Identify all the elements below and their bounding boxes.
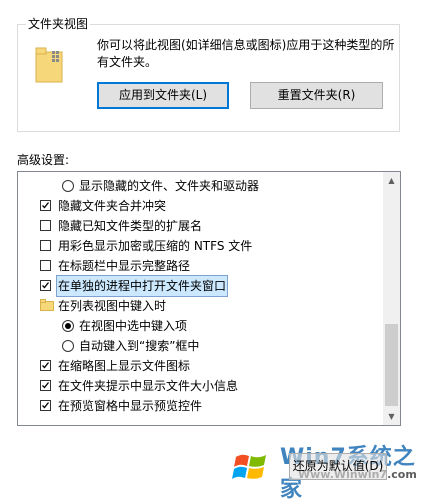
- list-item[interactable]: 在缩略图上显示文件图标: [18, 356, 382, 376]
- list-item-label: 在文件夹提示中显示文件大小信息: [58, 379, 239, 393]
- list-item[interactable]: 显示隐藏的文件、文件夹和驱动器: [18, 176, 382, 196]
- list-item-label: 在列表视图中键入时: [58, 299, 167, 313]
- list-item-label: 用彩色显示加密或压缩的 NTFS 文件: [58, 239, 253, 253]
- checkbox[interactable]: [40, 260, 51, 271]
- list-item[interactable]: 自动键入到“搜索”框中: [18, 336, 382, 356]
- list-item[interactable]: 在标题栏中显示完整路径: [18, 256, 382, 276]
- checkbox[interactable]: [40, 280, 51, 291]
- checkbox[interactable]: [40, 240, 51, 251]
- list-item-label: 自动键入到“搜索”框中: [79, 339, 200, 353]
- list-item[interactable]: 隐藏已知文件类型的扩展名: [18, 216, 382, 236]
- list-item-label: 在缩略图上显示文件图标: [58, 359, 191, 373]
- checkbox[interactable]: [40, 380, 51, 391]
- restore-defaults-button[interactable]: 还原为默认值(D): [289, 453, 387, 480]
- folder-view-icon: [35, 47, 63, 83]
- list-item-label: 在单独的进程中打开文件夹窗口: [55, 275, 229, 297]
- list-item-label: 隐藏已知文件类型的扩展名: [58, 219, 203, 233]
- list-item-label: 隐藏文件夹合并冲突: [58, 199, 167, 213]
- list-item[interactable]: 在视图中选中键入项: [18, 316, 382, 336]
- list-item-selected[interactable]: 在单独的进程中打开文件夹窗口: [18, 275, 382, 297]
- advanced-settings-label: 高级设置:: [17, 153, 70, 167]
- checkbox[interactable]: [40, 400, 51, 411]
- list-item-label: 显示隐藏的文件、文件夹和驱动器: [79, 179, 260, 193]
- apply-to-folders-button[interactable]: 应用到文件夹(L): [97, 82, 229, 109]
- vertical-scrollbar[interactable]: ▲ ▼: [383, 172, 400, 425]
- list-item[interactable]: 在文件夹提示中显示文件大小信息: [18, 376, 382, 396]
- list-item-label: 在预览窗格中显示预览控件: [58, 399, 203, 413]
- list-item-label: 在标题栏中显示完整路径: [58, 259, 191, 273]
- folder-views-title: 文件夹视图: [26, 16, 91, 32]
- radio-button[interactable]: [62, 320, 74, 332]
- radio-button[interactable]: [62, 180, 74, 192]
- radio-button[interactable]: [62, 340, 74, 352]
- scrollbar-thumb[interactable]: [385, 324, 398, 406]
- reset-folders-button[interactable]: 重置文件夹(R): [250, 82, 383, 109]
- scroll-down-icon[interactable]: ▼: [383, 408, 400, 425]
- folder-views-description: 你可以将此视图(如详细信息或图标)应用于这种类型的所有文件夹。: [97, 38, 395, 69]
- folder-icon: [40, 299, 54, 311]
- advanced-settings-list[interactable]: 显示隐藏的文件、文件夹和驱动器 隐藏文件夹合并冲突 隐藏已知文件类型的扩展名 用…: [17, 171, 401, 426]
- checkbox[interactable]: [40, 220, 51, 231]
- list-item[interactable]: 用彩色显示加密或压缩的 NTFS 文件: [18, 236, 382, 256]
- list-item[interactable]: 在预览窗格中显示预览控件: [18, 396, 382, 416]
- list-item-group: 在列表视图中键入时: [18, 296, 382, 316]
- scroll-up-icon[interactable]: ▲: [383, 172, 400, 189]
- windows-logo-icon: [230, 445, 274, 489]
- list-item-label: 在视图中选中键入项: [79, 319, 188, 333]
- list-item[interactable]: 隐藏文件夹合并冲突: [18, 196, 382, 216]
- checkbox[interactable]: [40, 360, 51, 371]
- checkbox[interactable]: [40, 200, 51, 211]
